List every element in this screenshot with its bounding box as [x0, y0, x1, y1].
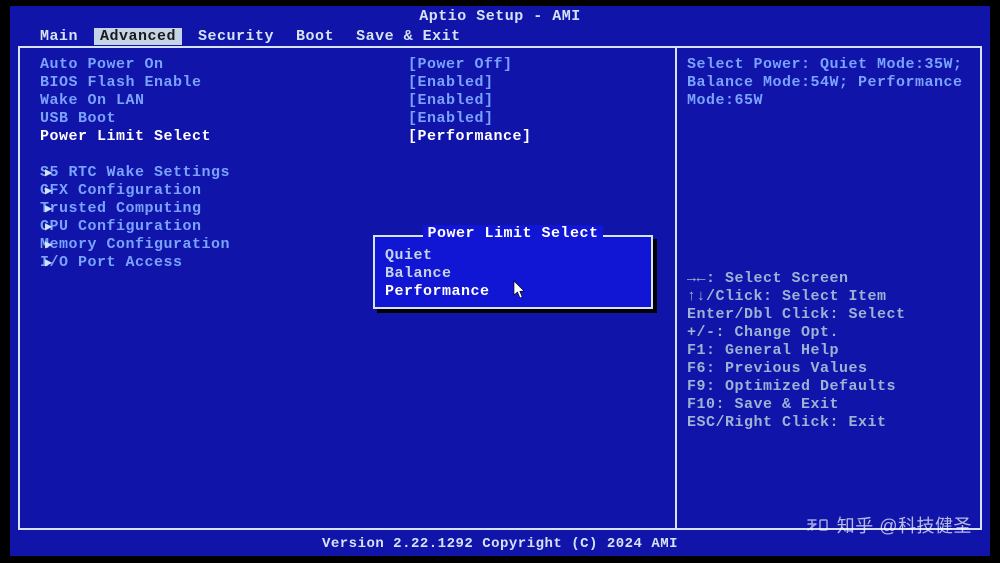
key-help: →←: Select Screen ↑↓/Click: Select Item …	[687, 270, 966, 432]
submenu-item[interactable]: ▶ GFX Configuration	[40, 182, 663, 200]
key-help-line: F9: Optimized Defaults	[687, 378, 966, 396]
key-help-line: +/-: Change Opt.	[687, 324, 966, 342]
triangle-icon: ▶	[45, 254, 53, 272]
submenu-label: Trusted Computing	[40, 200, 202, 217]
setting-value: [Enabled]	[408, 92, 494, 110]
setting-row[interactable]: Auto Power On [Power Off]	[40, 56, 663, 74]
setting-value: [Power Off]	[408, 56, 513, 74]
footer: Version 2.22.1292 Copyright (C) 2024 AMI	[10, 536, 990, 552]
setting-label: Power Limit Select	[40, 128, 408, 146]
setting-label: Wake On LAN	[40, 92, 408, 110]
popup-title: Power Limit Select	[375, 225, 651, 243]
submenu-label: CPU Configuration	[40, 218, 202, 235]
context-help: Select Power: Quiet Mode:35W; Balance Mo…	[687, 56, 966, 110]
setting-value: [Enabled]	[408, 110, 494, 128]
setting-row[interactable]: BIOS Flash Enable [Enabled]	[40, 74, 663, 92]
zhihu-logo-icon	[805, 516, 831, 534]
setting-label: BIOS Flash Enable	[40, 74, 408, 92]
triangle-icon: ▶	[45, 164, 53, 182]
setting-row-selected[interactable]: Power Limit Select [Performance]	[40, 128, 663, 146]
power-limit-popup: Power Limit Select Quiet Balance Perform…	[373, 235, 653, 309]
triangle-icon: ▶	[45, 236, 53, 254]
tab-advanced[interactable]: Advanced	[94, 28, 182, 45]
key-help-line: ESC/Right Click: Exit	[687, 414, 966, 432]
tab-main[interactable]: Main	[34, 28, 84, 45]
popup-option-selected[interactable]: Performance	[375, 283, 651, 301]
key-help-line: F6: Previous Values	[687, 360, 966, 378]
submenu-item[interactable]: ▶ Trusted Computing	[40, 200, 663, 218]
submenu-item[interactable]: ▶ S5 RTC Wake Settings	[40, 164, 663, 182]
key-help-line: F1: General Help	[687, 342, 966, 360]
popup-option[interactable]: Balance	[375, 265, 651, 283]
tab-bar: Main Advanced Security Boot Save & Exit	[10, 28, 990, 47]
triangle-icon: ▶	[45, 218, 53, 236]
triangle-icon: ▶	[45, 182, 53, 200]
key-help-line: →←: Select Screen	[687, 270, 966, 288]
right-panel: Select Power: Quiet Mode:35W; Balance Mo…	[677, 56, 980, 520]
setting-value: [Enabled]	[408, 74, 494, 92]
key-help-line: Enter/Dbl Click: Select	[687, 306, 966, 324]
setting-label: USB Boot	[40, 110, 408, 128]
popup-option[interactable]: Quiet	[375, 247, 651, 265]
setting-row[interactable]: USB Boot [Enabled]	[40, 110, 663, 128]
tab-boot[interactable]: Boot	[290, 28, 340, 45]
watermark: 知乎 @科技健圣	[805, 512, 972, 538]
submenu-label: Memory Configuration	[40, 236, 230, 253]
setting-row[interactable]: Wake On LAN [Enabled]	[40, 92, 663, 110]
tab-save-exit[interactable]: Save & Exit	[350, 28, 467, 45]
key-help-line: F10: Save & Exit	[687, 396, 966, 414]
submenu-label: S5 RTC Wake Settings	[40, 164, 230, 181]
tab-security[interactable]: Security	[192, 28, 280, 45]
setting-value: [Performance]	[408, 128, 532, 146]
key-help-line: ↑↓/Click: Select Item	[687, 288, 966, 306]
bios-title: Aptio Setup - AMI	[10, 6, 990, 28]
setting-label: Auto Power On	[40, 56, 408, 74]
submenu-label: I/O Port Access	[40, 254, 183, 271]
triangle-icon: ▶	[45, 200, 53, 218]
submenu-label: GFX Configuration	[40, 182, 202, 199]
